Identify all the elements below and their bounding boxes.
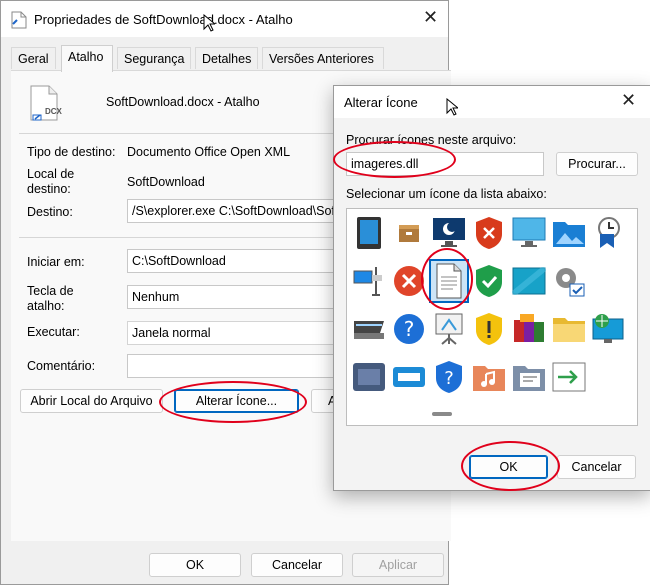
file-shortcut-icon	[29, 85, 59, 124]
run-select[interactable]: Janela normal	[127, 321, 343, 345]
monitor-moon-icon[interactable]	[431, 215, 467, 251]
file-extension-text: DCX	[45, 107, 62, 116]
target-label: Destino:	[27, 205, 73, 219]
run-label: Executar:	[27, 325, 80, 339]
help-circle-icon[interactable]: ?	[391, 311, 427, 347]
scanner-icon[interactable]	[351, 311, 387, 347]
dialog-title: Alterar Ícone	[344, 95, 418, 110]
close-icon[interactable]: ✕	[423, 7, 438, 28]
horizontal-scrollbar[interactable]	[432, 412, 452, 416]
hotkey-field[interactable]: Nenhum	[127, 285, 343, 309]
highlight-circle	[333, 141, 456, 178]
highlight-circle	[461, 441, 560, 491]
icon-list[interactable]: ? ?	[346, 208, 638, 426]
svg-text:?: ?	[404, 317, 415, 341]
window-title: Propriedades de SoftDownload.docx - Atal…	[34, 12, 293, 27]
apply-button[interactable]: Aplicar	[352, 553, 444, 577]
cancel-button[interactable]: Cancelar	[557, 455, 636, 479]
highlight-circle	[159, 381, 307, 423]
target-type-value: Documento Office Open XML	[127, 145, 291, 159]
hotkey-label: Tecla de	[27, 284, 74, 298]
start-in-label: Iniciar em:	[27, 255, 85, 269]
tab-general[interactable]: Geral	[11, 47, 56, 69]
browse-button[interactable]: Procurar...	[556, 152, 638, 176]
highlight-circle	[421, 248, 473, 310]
sd-card-icon[interactable]	[351, 359, 387, 395]
cursor-icon	[446, 97, 460, 119]
open-file-location-button[interactable]: Abrir Local do Arquivo	[20, 389, 163, 413]
programs-icon[interactable]	[511, 311, 547, 347]
file-name: SoftDownload.docx - Atalho	[106, 95, 260, 109]
card-folder-icon[interactable]	[511, 359, 547, 395]
picture-folder-icon[interactable]	[551, 215, 587, 251]
tab-security[interactable]: Segurança	[117, 47, 191, 69]
target-location-label: destino:	[27, 182, 71, 196]
comment-field[interactable]	[127, 354, 343, 378]
ok-button[interactable]: OK	[149, 553, 241, 577]
target-location-label: Local de	[27, 167, 75, 181]
box-icon[interactable]	[391, 215, 427, 251]
presentation-icon[interactable]	[431, 311, 467, 347]
display-icon[interactable]	[511, 263, 547, 299]
projector-icon[interactable]	[351, 263, 387, 299]
drive-icon[interactable]	[391, 359, 427, 395]
document-icon	[11, 11, 27, 32]
hotkey-label: atalho:	[27, 299, 65, 313]
monitor-icon[interactable]	[511, 215, 547, 251]
svg-text:?: ?	[444, 368, 454, 389]
tab-details[interactable]: Detalhes	[195, 47, 258, 69]
shield-x-icon[interactable]	[471, 215, 507, 251]
shield-warning-icon[interactable]	[471, 311, 507, 347]
close-icon[interactable]: ✕	[621, 90, 636, 111]
shield-check-icon[interactable]	[471, 263, 507, 299]
tab-shortcut[interactable]: Atalho	[61, 45, 113, 72]
shield-help-icon[interactable]: ?	[431, 359, 467, 395]
target-location-value: SoftDownload	[127, 175, 205, 189]
clock-bookmark-icon[interactable]	[591, 215, 627, 251]
start-in-field[interactable]: C:\SoftDownload	[127, 249, 343, 273]
dialog-titlebar: Alterar Ícone ✕	[334, 86, 650, 118]
network-monitor-icon[interactable]	[591, 311, 627, 347]
arrow-window-icon[interactable]	[551, 359, 587, 395]
tab-previous-versions[interactable]: Versões Anteriores	[262, 47, 384, 69]
gear-check-icon[interactable]	[551, 263, 587, 299]
cancel-button[interactable]: Cancelar	[251, 553, 343, 577]
cursor-icon	[203, 13, 217, 35]
target-type-label: Tipo de destino:	[27, 145, 116, 159]
tablet-icon[interactable]	[351, 215, 387, 251]
properties-titlebar: Propriedades de SoftDownload.docx - Atal…	[1, 1, 448, 37]
comment-label: Comentário:	[27, 359, 96, 373]
music-folder-icon[interactable]	[471, 359, 507, 395]
folder-icon[interactable]	[551, 311, 587, 347]
target-field[interactable]: /S\explorer.exe C:\SoftDownload\Sof	[127, 199, 343, 223]
select-label: Selecionar um ícone da lista abaixo:	[346, 187, 547, 201]
